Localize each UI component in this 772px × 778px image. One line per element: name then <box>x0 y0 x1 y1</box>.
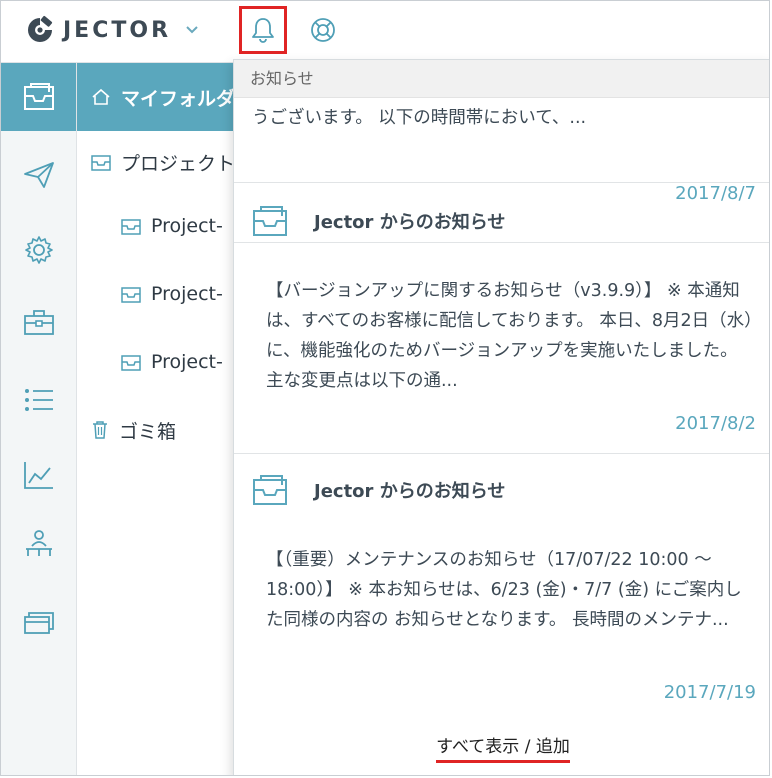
notification-body: うございます。 以下の時間帯において、... <box>252 108 587 128</box>
gear-icon <box>24 236 53 264</box>
rail-item-briefcase[interactable] <box>1 288 76 356</box>
tree-item-project[interactable]: Project- <box>121 211 223 241</box>
briefcase-icon <box>23 310 54 335</box>
inbox-icon <box>121 355 141 371</box>
inbox-icon <box>121 219 141 235</box>
inbox-icon <box>91 155 111 171</box>
notification-item[interactable]: Jector からのお知らせ 【バージョンアップに関するお知らせ（v3.9.9）… <box>234 182 769 454</box>
nav-rail <box>1 63 77 775</box>
lifebuoy-icon <box>311 18 335 42</box>
org-chart-icon <box>25 530 52 556</box>
home-icon <box>92 88 110 105</box>
rail-item-list[interactable] <box>1 366 76 434</box>
notification-item[interactable]: Jector からのお知らせ 【（重要）メンテナンスのお知らせ（17/07/22… <box>234 452 769 720</box>
notification-body: 【バージョンアップに関するお知らせ（v3.9.9）】 ※ 本通知は、すべてのお客… <box>266 281 753 391</box>
tree-label: Project- <box>151 215 223 237</box>
rail-item-inbox[interactable] <box>1 63 76 131</box>
inbox-icon <box>253 475 287 505</box>
tree-item-project[interactable]: Project- <box>121 347 223 377</box>
rail-item-settings[interactable] <box>1 216 76 284</box>
line-chart-icon <box>23 462 53 489</box>
rail-item-analytics[interactable] <box>1 441 76 509</box>
notification-body: 【（重要）メンテナンスのお知らせ（17/07/22 10:00 〜 18:00）… <box>266 550 742 630</box>
trash-icon <box>93 421 107 439</box>
inbox-icon <box>121 287 141 303</box>
jector-logo-icon <box>28 15 53 42</box>
panel-title: お知らせ <box>234 60 769 98</box>
notification-date: 2017/7/19 <box>663 682 756 703</box>
notifications-dropdown: お知らせ うございます。 以下の時間帯において、... 2017/8/7 Jec… <box>233 59 769 775</box>
notification-header: Jector からのお知らせ <box>252 474 505 506</box>
app-logo[interactable]: JECTOR <box>25 13 199 47</box>
show-all-add-link[interactable]: すべて表示 / 追加 <box>436 732 570 763</box>
rail-item-organization[interactable] <box>1 511 76 579</box>
notification-date: 2017/8/2 <box>675 413 756 434</box>
tree-item-trash[interactable]: ゴミ箱 <box>91 415 176 445</box>
tree-item-project[interactable]: Project- <box>121 279 223 309</box>
logo-text: JECTOR <box>63 17 172 43</box>
inbox-icon <box>23 83 54 110</box>
notification-title: Jector からのお知らせ <box>314 481 506 502</box>
paper-plane-icon <box>23 162 54 188</box>
help-button[interactable] <box>299 6 347 54</box>
top-header: JECTOR <box>1 1 769 63</box>
panel-footer: すべて表示 / 追加 <box>234 718 769 775</box>
tree-label: ゴミ箱 <box>119 420 177 443</box>
tree-label: プロジェクト <box>121 152 236 175</box>
list-icon <box>24 389 53 411</box>
notifications-button[interactable] <box>239 6 287 54</box>
inbox-icon <box>253 206 287 236</box>
bell-icon <box>252 18 274 43</box>
chevron-down-icon[interactable] <box>185 23 199 37</box>
rail-item-send[interactable] <box>1 141 76 209</box>
rail-item-cards[interactable] <box>1 588 76 656</box>
tree-label: マイフォルダ <box>121 87 236 110</box>
tree-label: Project- <box>151 351 223 373</box>
notification-header: Jector からのお知らせ <box>252 205 505 237</box>
app-window: JECTOR マイフォルダ プロジェクト Project- Project- P… <box>0 0 770 776</box>
notification-title: Jector からのお知らせ <box>314 212 506 233</box>
tree-item-projects[interactable]: プロジェクト <box>91 147 235 177</box>
tree-label: Project- <box>151 283 223 305</box>
cards-icon <box>23 612 54 634</box>
